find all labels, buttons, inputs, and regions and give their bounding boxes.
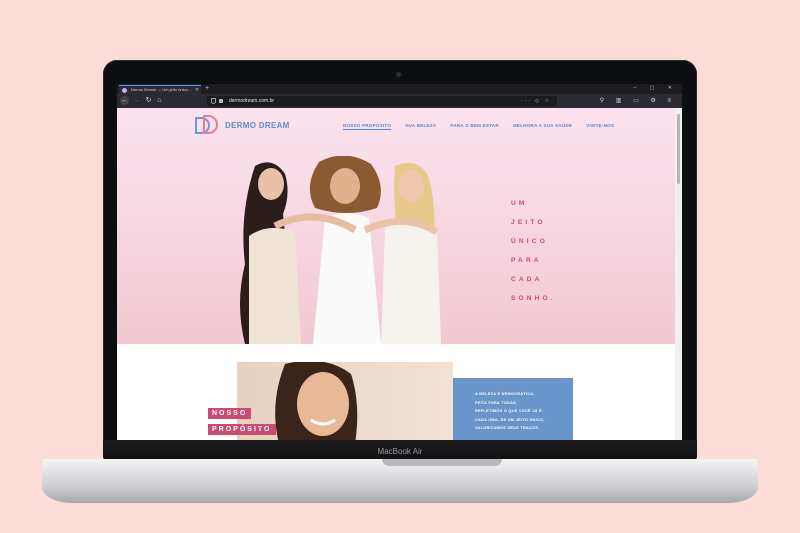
section-badge-nosso: NOSSO [208, 408, 252, 419]
forward-icon[interactable]: → [132, 96, 141, 105]
close-tab-icon[interactable]: ✕ [195, 86, 199, 94]
laptop-notch [382, 459, 502, 466]
tagline-line: SONHO. [511, 295, 556, 302]
web-page: DERMO DREAM NOSSO PROPÓSITO SUA BELEZA P… [117, 108, 675, 440]
scrollbar-thumb[interactable] [677, 114, 680, 184]
nav-visite-nos[interactable]: VISITE-NOS [586, 123, 614, 130]
purpose-text-line: CADA UMA, DE UM JEITO ÚNICO, [475, 417, 545, 422]
tagline-line: PARA [511, 257, 542, 264]
toolbar-icons[interactable]: ⚲ ▥ ▭ ⚙ ≡ [600, 96, 676, 106]
logo-text: DERMO DREAM [225, 120, 290, 130]
purpose-text-line: FEITA PARA TODAS. [475, 400, 518, 405]
site-logo[interactable]: DERMO DREAM [194, 114, 290, 136]
page-actions-icon[interactable]: ··· ◇ ☆ [521, 96, 551, 106]
address-bar[interactable]: dermodream.com.br ··· ◇ ☆ [207, 96, 557, 106]
hero-women-image [240, 156, 441, 344]
tab-favicon-icon [122, 88, 127, 93]
browser-toolbar: ← → ↻ ⌂ dermodream.com.br ··· ◇ ☆ ⚲ ▥ ▭ … [117, 94, 682, 108]
shield-icon[interactable] [211, 98, 216, 104]
purpose-text-box: A BELEZA É DEMOCRÁTICA, FEITA PARA TODAS… [453, 378, 573, 440]
tagline-line: JEITO [511, 219, 546, 226]
nav-sua-beleza[interactable]: SUA BELEZA [405, 123, 436, 130]
lock-icon[interactable] [219, 99, 223, 103]
device-label: MacBook Air [377, 447, 423, 456]
nav-saude[interactable]: MELHORA A SUA SAÚDE [513, 123, 572, 130]
tagline-line: UM [511, 200, 528, 207]
logo-mark-icon [194, 114, 222, 136]
laptop-base [42, 459, 758, 503]
home-icon[interactable]: ⌂ [155, 96, 164, 105]
tagline-line: CADA [511, 276, 543, 283]
webcam [396, 72, 401, 77]
tab-title: Dermo Dream — Um jeito único... [131, 87, 192, 92]
laptop-screen: Dermo Dream — Um jeito único... ✕ + – ▢ … [117, 84, 682, 440]
browser-tab-bar: Dermo Dream — Um jeito único... ✕ + – ▢ … [117, 84, 682, 94]
browser-tab[interactable]: Dermo Dream — Um jeito único... ✕ [119, 85, 201, 94]
window-controls[interactable]: – ▢ ✕ [634, 84, 678, 93]
purpose-text-line: VALORIZAMOS SEUS TRAÇOS. [475, 426, 540, 431]
url-text: dermodream.com.br [229, 98, 275, 104]
hero-tagline: UM JEITO ÚNICO PARA CADA SONHO. [511, 194, 601, 308]
main-nav: NOSSO PROPÓSITO SUA BELEZA PARA O BEM ES… [343, 123, 614, 130]
purpose-text-line: A BELEZA É DEMOCRÁTICA, [475, 392, 535, 396]
back-icon[interactable]: ← [120, 96, 129, 105]
tagline-line: ÚNICO [511, 238, 548, 245]
nav-nosso-proposito[interactable]: NOSSO PROPÓSITO [343, 123, 392, 130]
purpose-text-line: REFLETIMOS O QUE VOCÊ JÁ É: [475, 409, 544, 414]
nav-bem-estar[interactable]: PARA O BEM ESTAR [450, 123, 499, 130]
purpose-section: A BELEZA É DEMOCRÁTICA, FEITA PARA TODAS… [117, 344, 675, 440]
hero-section: DERMO DREAM NOSSO PROPÓSITO SUA BELEZA P… [117, 108, 675, 344]
section-badge-proposito: PROPÓSITO [208, 424, 276, 435]
page-scrollbar[interactable] [675, 108, 682, 440]
new-tab-icon[interactable]: + [205, 84, 209, 93]
reload-icon[interactable]: ↻ [144, 96, 153, 105]
